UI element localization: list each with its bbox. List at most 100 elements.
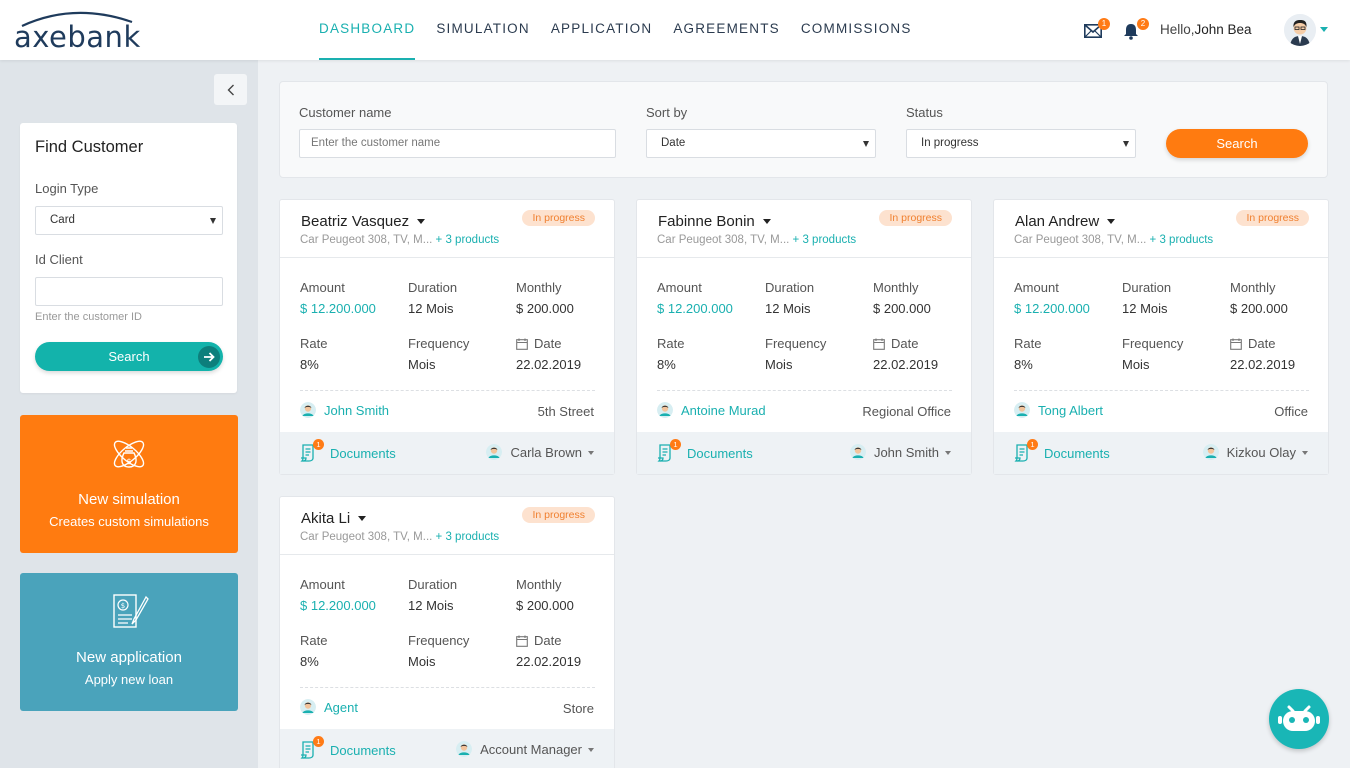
products-summary: Car Peugeot 308, TV, M... + 3 products [300, 234, 499, 246]
frequency-label: Frequency [765, 336, 827, 351]
date-value: 22.02.2019 [873, 357, 939, 372]
new-application-tile[interactable]: $ New application Apply new loan [20, 573, 238, 711]
customer-card[interactable]: Alan Andrew In progress Car Peugeot 308,… [993, 199, 1329, 475]
customer-name-dropdown[interactable]: Fabinne Bonin [658, 213, 771, 230]
agent-dropdown[interactable]: John Smith [849, 444, 951, 460]
card-divider [280, 554, 614, 555]
documents-link[interactable]: 1 Documents [300, 439, 396, 462]
agent-name: Kizkou Olay [1226, 445, 1296, 460]
collapse-sidebar-button[interactable] [214, 74, 247, 105]
assigned-person-link[interactable]: Tong Albert [1014, 402, 1103, 418]
user-avatar[interactable] [1284, 14, 1316, 46]
agent-avatar-icon [456, 741, 473, 757]
customer-name-input[interactable]: Enter the customer name [299, 129, 616, 158]
date-value: 22.02.2019 [516, 654, 582, 669]
svg-text:$: $ [121, 602, 125, 610]
nav-agreements[interactable]: AGREEMENTS [673, 0, 780, 60]
customer-name-dropdown[interactable]: Beatriz Vasquez [301, 213, 426, 230]
duration-label: Duration [408, 577, 458, 592]
documents-label: Documents [330, 446, 396, 461]
sidebar: Find Customer Login Type Card Id Client … [0, 60, 258, 768]
agent-dropdown[interactable]: Account Manager [456, 741, 594, 757]
frequency-label: Frequency [1122, 336, 1184, 351]
card-divider [637, 257, 971, 258]
user-menu-chevron-icon[interactable] [1320, 27, 1328, 32]
frequency-value: Mois [765, 357, 793, 372]
documents-link[interactable]: 1 Documents [300, 736, 396, 759]
caret-down-icon [762, 219, 771, 224]
chevron-left-icon [227, 84, 234, 95]
customer-card[interactable]: Fabinne Bonin In progress Car Peugeot 30… [636, 199, 972, 475]
customer-card[interactable]: Akita Li In progress Car Peugeot 308, TV… [279, 496, 615, 768]
customer-card[interactable]: Beatriz Vasquez In progress Car Peugeot … [279, 199, 615, 475]
nav-application[interactable]: APPLICATION [551, 0, 652, 60]
assigned-person-link[interactable]: Agent [300, 699, 358, 715]
id-client-input[interactable] [35, 277, 223, 306]
frequency-value: Mois [408, 357, 436, 372]
sort-by-value: Date [661, 137, 686, 149]
nav-dashboard[interactable]: DASHBOARD [319, 0, 416, 60]
date-label-wrap: Date [1230, 336, 1275, 351]
status-label: Status [906, 105, 943, 120]
duration-label: Duration [1122, 280, 1172, 295]
status-select[interactable]: In progress [906, 129, 1136, 158]
frequency-label: Frequency [408, 336, 470, 351]
agent-name: John Smith [873, 445, 939, 460]
card-footer: 1 Documents Kizkou Olay [994, 432, 1328, 474]
products-summary: Car Peugeot 308, TV, M... + 3 products [300, 531, 499, 543]
more-products-link[interactable]: + 3 products [793, 234, 857, 246]
products-text: Car Peugeot 308, TV, M... [300, 234, 433, 246]
agent-avatar-icon [486, 444, 503, 460]
amount-label: Amount [300, 577, 345, 592]
caret-down-icon [588, 451, 594, 455]
notifications-button[interactable]: 2 [1123, 18, 1149, 40]
agent-avatar-icon [1202, 444, 1219, 460]
customer-name-dropdown[interactable]: Akita Li [301, 510, 367, 527]
agent-dropdown[interactable]: Kizkou Olay [1202, 444, 1308, 460]
nav-commissions[interactable]: COMMISSIONS [801, 0, 912, 60]
filter-search-button[interactable]: Search [1166, 129, 1308, 158]
customer-name-label: Customer name [299, 105, 392, 120]
more-products-link[interactable]: + 3 products [436, 531, 500, 543]
new-simulation-tile[interactable]: $ New simulation Creates custom simulati… [20, 415, 238, 553]
customer-name-dropdown[interactable]: Alan Andrew [1015, 213, 1116, 230]
products-text: Car Peugeot 308, TV, M... [657, 234, 790, 246]
products-text: Car Peugeot 308, TV, M... [300, 531, 433, 543]
sort-by-select[interactable]: Date [646, 129, 876, 158]
bell-badge: 2 [1137, 18, 1149, 30]
monthly-label: Monthly [1230, 280, 1276, 295]
person-avatar-icon [300, 402, 316, 418]
new-application-title: New application [76, 649, 182, 666]
date-label: Date [534, 336, 562, 351]
frequency-label: Frequency [408, 633, 470, 648]
find-search-button[interactable]: Search [35, 342, 223, 371]
documents-badge: 1 [670, 439, 681, 450]
login-type-select[interactable]: Card [35, 206, 223, 235]
axebank-logo[interactable]: axebank [14, 8, 154, 54]
card-footer: 1 Documents Account Manager [280, 729, 614, 768]
more-products-link[interactable]: + 3 products [436, 234, 500, 246]
monthly-value: $ 200.000 [516, 598, 574, 613]
documents-link[interactable]: 1 Documents [657, 439, 753, 462]
dropdown-arrow-icon [1123, 141, 1129, 147]
more-products-link[interactable]: + 3 products [1150, 234, 1214, 246]
assigned-person-link[interactable]: John Smith [300, 402, 389, 418]
assigned-person-link[interactable]: Antoine Murad [657, 402, 766, 418]
calendar-icon [1230, 338, 1242, 350]
assigned-person-name: John Smith [324, 403, 390, 418]
date-label: Date [534, 633, 562, 648]
chatbot-button[interactable] [1269, 689, 1329, 749]
documents-link[interactable]: 1 Documents [1014, 439, 1110, 462]
amount-value: $ 12.200.000 [300, 598, 376, 613]
mail-button[interactable]: 1 [1084, 18, 1110, 40]
amount-label: Amount [300, 280, 345, 295]
products-summary: Car Peugeot 308, TV, M... + 3 products [657, 234, 856, 246]
money-bag-icon: $ [113, 440, 145, 468]
agent-dropdown[interactable]: Carla Brown [486, 444, 594, 460]
card-divider [280, 257, 614, 258]
documents-badge: 1 [313, 736, 324, 747]
rate-value: 8% [300, 654, 319, 669]
robot-icon [1278, 705, 1320, 731]
nav-simulation[interactable]: SIMULATION [436, 0, 530, 60]
calendar-icon [516, 635, 528, 647]
